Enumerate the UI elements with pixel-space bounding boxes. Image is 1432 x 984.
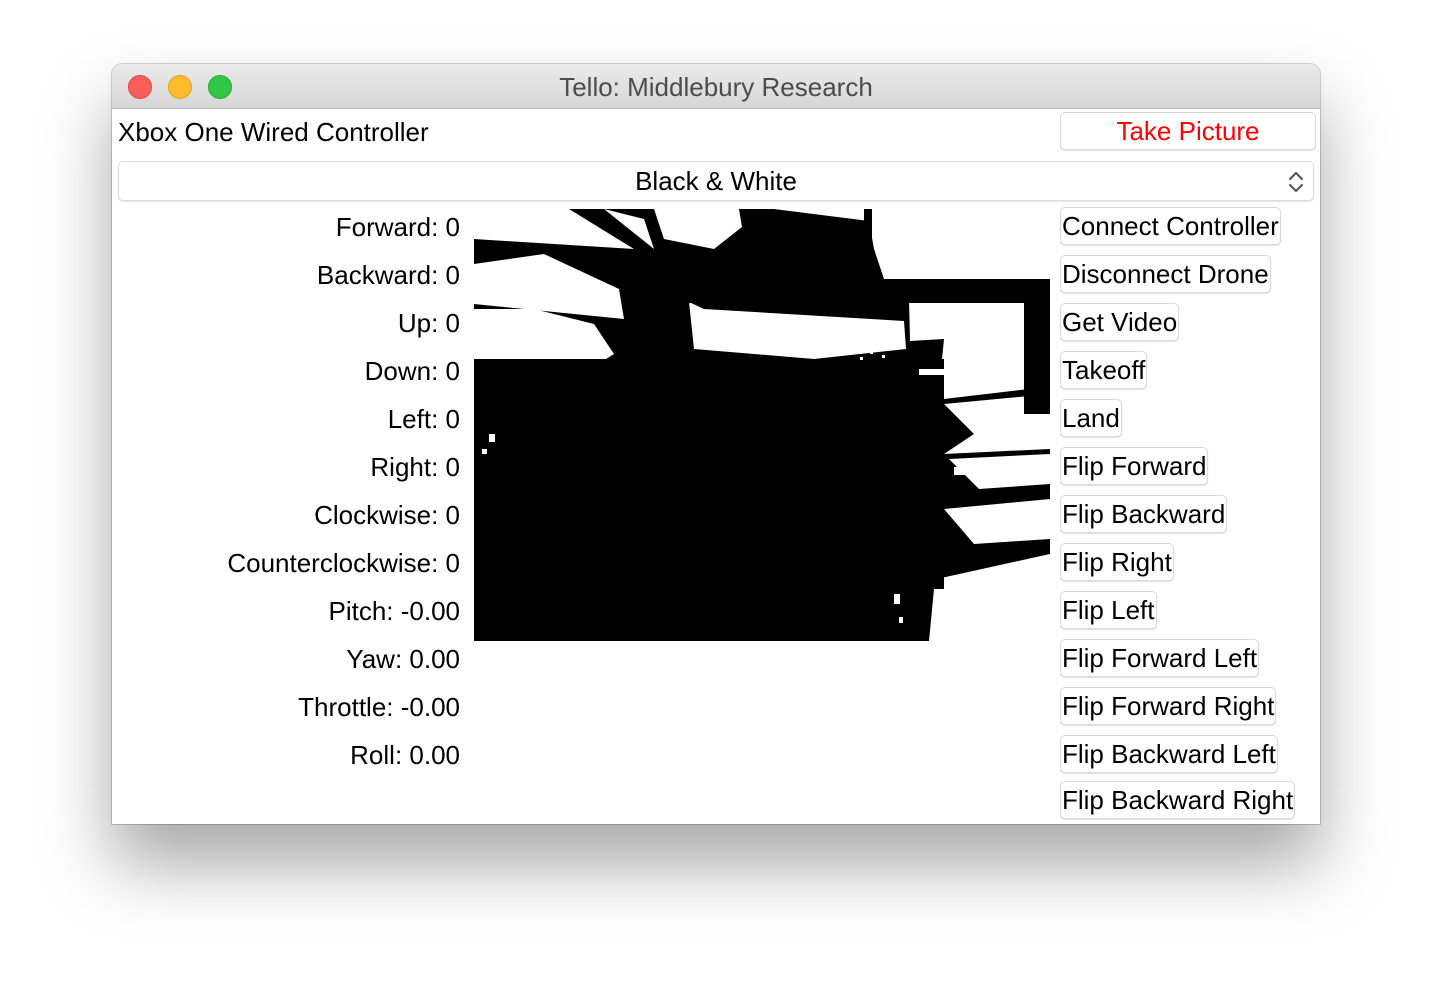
app-window: Tello: Middlebury Research Xbox One Wire… (112, 64, 1320, 824)
stat-right: Right: 0 (370, 452, 460, 482)
get-video-button[interactable]: Get Video (1060, 303, 1180, 341)
video-feed (474, 209, 1050, 641)
land-button[interactable]: Land (1060, 399, 1122, 437)
flip-forward-button[interactable]: Flip Forward (1060, 447, 1209, 485)
stat-up: Up: 0 (397, 308, 460, 338)
chevron-up-down-icon (1289, 172, 1303, 192)
stat-clockwise: Clockwise: 0 (314, 500, 460, 530)
stat-backward: Backward: 0 (316, 260, 460, 290)
stat-left: Left: 0 (387, 404, 460, 434)
stat-counterclockwise: Counterclockwise: 0 (227, 548, 460, 578)
flip-forward-left-button[interactable]: Flip Forward Left (1060, 639, 1260, 677)
stat-forward: Forward: 0 (335, 212, 460, 242)
flip-right-button[interactable]: Flip Right (1060, 543, 1174, 581)
take-picture-button[interactable]: Take Picture (1060, 112, 1316, 150)
title-bar[interactable]: Tello: Middlebury Research (112, 64, 1320, 109)
stat-yaw: Yaw: 0.00 (346, 644, 460, 674)
controller-name-label: Xbox One Wired Controller (118, 117, 429, 147)
flip-backward-left-button[interactable]: Flip Backward Left (1060, 735, 1278, 773)
stat-roll: Roll: 0.00 (350, 740, 460, 770)
flip-forward-right-button[interactable]: Flip Forward Right (1060, 687, 1277, 725)
connect-controller-button[interactable]: Connect Controller (1060, 207, 1281, 245)
stat-down: Down: 0 (364, 356, 460, 386)
flip-backward-right-button[interactable]: Flip Backward Right (1060, 781, 1296, 819)
stat-pitch: Pitch: -0.00 (328, 596, 460, 626)
flip-left-button[interactable]: Flip Left (1060, 591, 1157, 629)
window-title: Tello: Middlebury Research (559, 72, 873, 102)
filter-select-value: Black & White (635, 166, 797, 196)
stat-throttle: Throttle: -0.00 (298, 692, 460, 722)
disconnect-drone-button[interactable]: Disconnect Drone (1060, 255, 1271, 293)
main-content: Xbox One Wired Controller Take Picture B… (112, 109, 1320, 824)
flip-backward-button[interactable]: Flip Backward (1060, 495, 1228, 533)
filter-select[interactable]: Black & White (118, 161, 1314, 201)
video-frame-image (474, 209, 1050, 641)
takeoff-button[interactable]: Takeoff (1060, 351, 1148, 389)
desktop: Tello: Middlebury Research Xbox One Wire… (0, 0, 1432, 984)
